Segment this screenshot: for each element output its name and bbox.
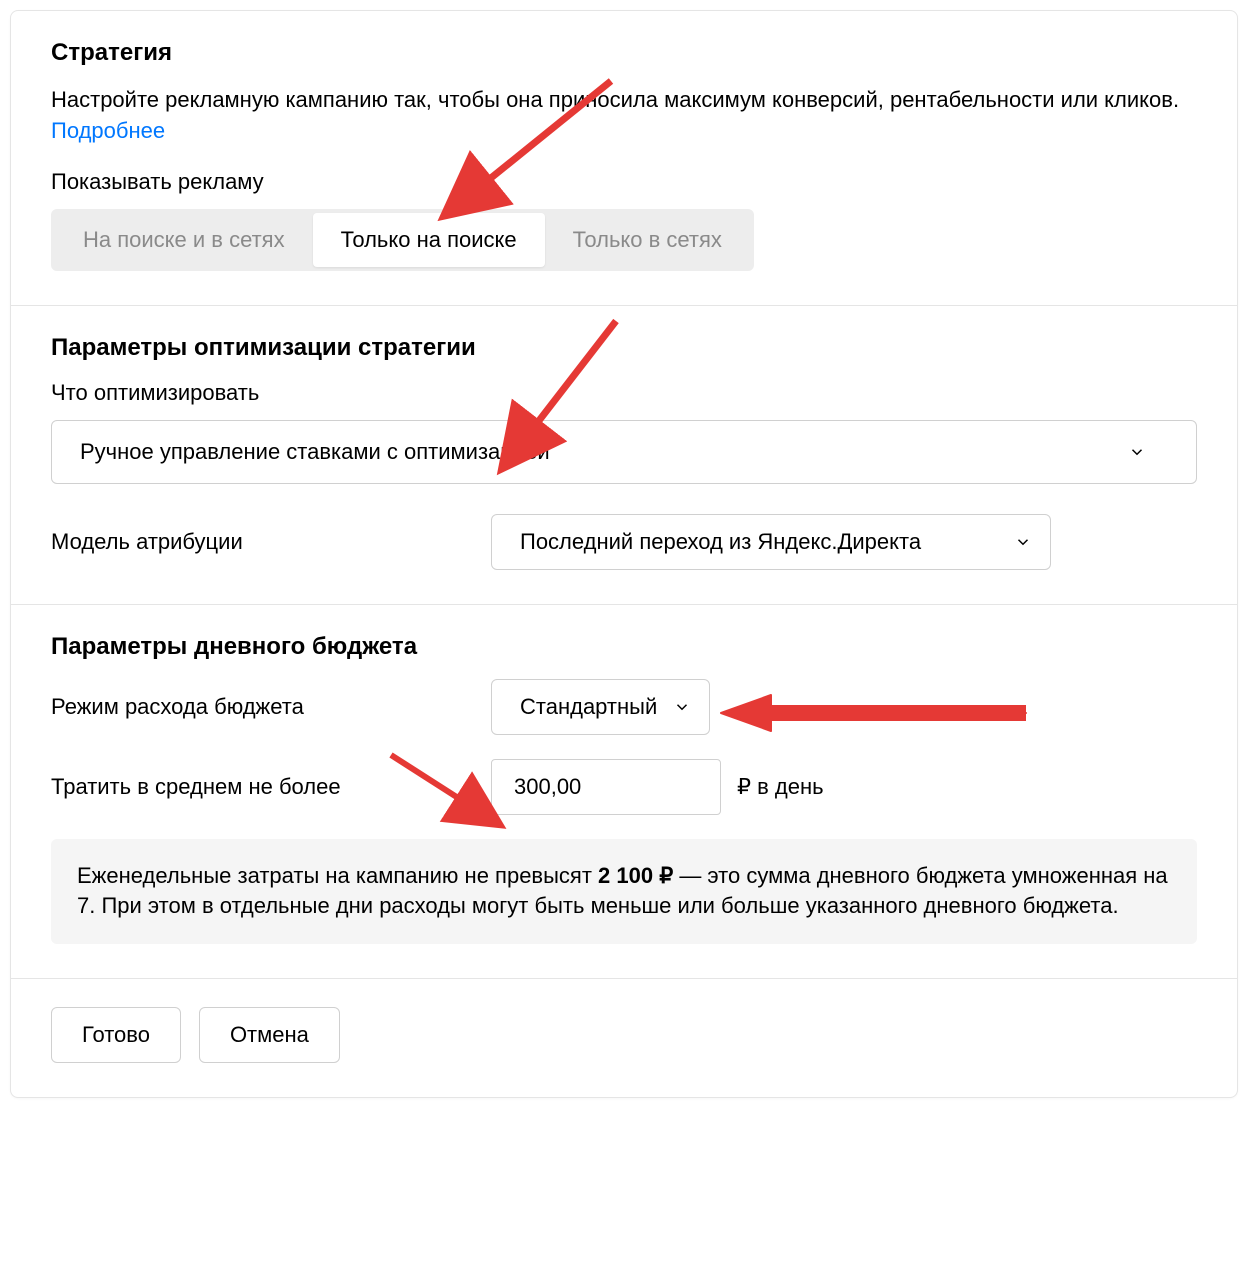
chevron-down-icon xyxy=(1128,443,1146,461)
spend-limit-label: Тратить в среднем не более xyxy=(51,774,491,800)
budget-note-bold: 2 100 ₽ xyxy=(598,863,673,888)
budget-mode-value: Стандартный xyxy=(520,694,657,720)
section-strategy: Стратегия Настройте рекламную кампанию т… xyxy=(11,11,1237,306)
settings-panel: Стратегия Настройте рекламную кампанию т… xyxy=(10,10,1238,1098)
segment-both[interactable]: На поиске и в сетях xyxy=(55,213,313,267)
chevron-down-icon xyxy=(673,698,691,716)
budget-mode-label: Режим расхода бюджета xyxy=(51,694,491,720)
done-button[interactable]: Готово xyxy=(51,1007,181,1063)
segment-networks-only[interactable]: Только в сетях xyxy=(545,213,750,267)
spend-limit-input[interactable] xyxy=(491,759,721,815)
strategy-desc: Настройте рекламную кампанию так, чтобы … xyxy=(51,85,1197,147)
strategy-desc-text: Настройте рекламную кампанию так, чтобы … xyxy=(51,87,1179,112)
budget-title: Параметры дневного бюджета xyxy=(51,633,1197,661)
budget-note: Еженедельные затраты на кампанию не прев… xyxy=(51,839,1197,945)
more-link[interactable]: Подробнее xyxy=(51,118,165,143)
segment-search-only[interactable]: Только на поиске xyxy=(313,213,545,267)
what-optimize-value: Ручное управление ставками с оптимизацие… xyxy=(80,439,550,465)
budget-mode-select[interactable]: Стандартный xyxy=(491,679,710,735)
spend-limit-unit: ₽ в день xyxy=(737,774,824,800)
cancel-button[interactable]: Отмена xyxy=(199,1007,340,1063)
attribution-label: Модель атрибуции xyxy=(51,529,491,555)
what-optimize-select[interactable]: Ручное управление ставками с оптимизацие… xyxy=(51,420,1197,484)
chevron-down-icon xyxy=(1014,533,1032,551)
optim-title: Параметры оптимизации стратегии xyxy=(51,334,1197,362)
section-budget: Параметры дневного бюджета Режим расхода… xyxy=(11,605,1237,980)
show-ads-label: Показывать рекламу xyxy=(51,169,1197,195)
attribution-value: Последний переход из Яндекс.Директа xyxy=(520,529,921,555)
attribution-select[interactable]: Последний переход из Яндекс.Директа xyxy=(491,514,1051,570)
what-optimize-label: Что оптимизировать xyxy=(51,380,1197,406)
strategy-title: Стратегия xyxy=(51,39,1197,67)
section-optimization: Параметры оптимизации стратегии Что опти… xyxy=(11,306,1237,605)
show-ads-segmented: На поиске и в сетях Только на поиске Тол… xyxy=(51,209,754,271)
budget-note-pre: Еженедельные затраты на кампанию не прев… xyxy=(77,863,598,888)
footer: Готово Отмена xyxy=(11,979,1237,1097)
